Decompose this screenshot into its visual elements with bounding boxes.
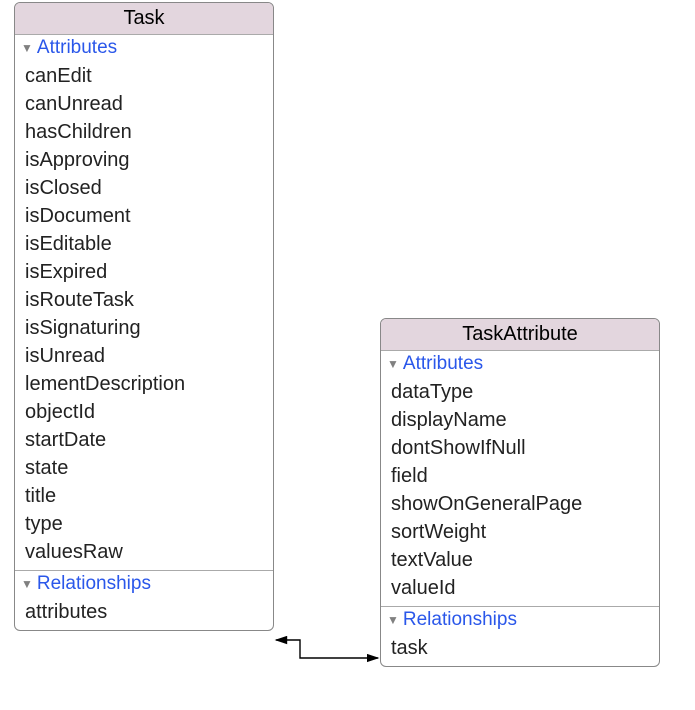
attribute-item[interactable]: objectId (25, 398, 265, 426)
relationship-item[interactable]: attributes (25, 598, 265, 626)
attribute-item[interactable]: isApproving (25, 146, 265, 174)
connector-line (276, 640, 378, 658)
entity-taskattribute-title: TaskAttribute (381, 319, 659, 351)
attribute-item[interactable]: title (25, 482, 265, 510)
attribute-item[interactable]: canEdit (25, 62, 265, 90)
taskattribute-attributes-header[interactable]: ▼ Attributes (381, 351, 659, 377)
attribute-item[interactable]: state (25, 454, 265, 482)
attribute-item[interactable]: isExpired (25, 258, 265, 286)
attribute-item[interactable]: dataType (391, 378, 651, 406)
task-relationships-header[interactable]: ▼ Relationships (15, 570, 273, 597)
attribute-item[interactable]: showOnGeneralPage (391, 490, 651, 518)
entity-taskattribute: TaskAttribute ▼ Attributes dataType disp… (380, 318, 660, 667)
attribute-item[interactable]: valueId (391, 574, 651, 602)
task-relationships-list: attributes (15, 597, 273, 630)
taskattribute-relationships-header-label: Relationships (403, 609, 517, 631)
attribute-item[interactable]: field (391, 462, 651, 490)
attribute-item[interactable]: dontShowIfNull (391, 434, 651, 462)
triangle-down-icon: ▼ (387, 613, 399, 627)
task-attributes-list: canEdit canUnread hasChildren isApprovin… (15, 61, 273, 570)
attribute-item[interactable]: canUnread (25, 90, 265, 118)
attribute-item[interactable]: valuesRaw (25, 538, 265, 566)
attribute-item[interactable]: textValue (391, 546, 651, 574)
triangle-down-icon: ▼ (387, 357, 399, 371)
attribute-item[interactable]: displayName (391, 406, 651, 434)
task-attributes-header[interactable]: ▼ Attributes (15, 35, 273, 61)
attribute-item[interactable]: isSignaturing (25, 314, 265, 342)
taskattribute-relationships-header[interactable]: ▼ Relationships (381, 606, 659, 633)
attribute-item[interactable]: hasChildren (25, 118, 265, 146)
taskattribute-attributes-header-label: Attributes (403, 353, 483, 375)
attribute-item[interactable]: startDate (25, 426, 265, 454)
attribute-item[interactable]: sortWeight (391, 518, 651, 546)
triangle-down-icon: ▼ (21, 577, 33, 591)
attribute-item[interactable]: isRouteTask (25, 286, 265, 314)
attribute-item[interactable]: type (25, 510, 265, 538)
attribute-item[interactable]: isEditable (25, 230, 265, 258)
entity-task: Task ▼ Attributes canEdit canUnread hasC… (14, 2, 274, 631)
entity-task-title: Task (15, 3, 273, 35)
attribute-item[interactable]: isClosed (25, 174, 265, 202)
attribute-item[interactable]: lementDescription (25, 370, 265, 398)
relationship-item[interactable]: task (391, 634, 651, 662)
triangle-down-icon: ▼ (21, 41, 33, 55)
taskattribute-relationships-list: task (381, 633, 659, 666)
task-relationships-header-label: Relationships (37, 573, 151, 595)
taskattribute-attributes-list: dataType displayName dontShowIfNull fiel… (381, 377, 659, 606)
task-attributes-header-label: Attributes (37, 37, 117, 59)
attribute-item[interactable]: isDocument (25, 202, 265, 230)
attribute-item[interactable]: isUnread (25, 342, 265, 370)
